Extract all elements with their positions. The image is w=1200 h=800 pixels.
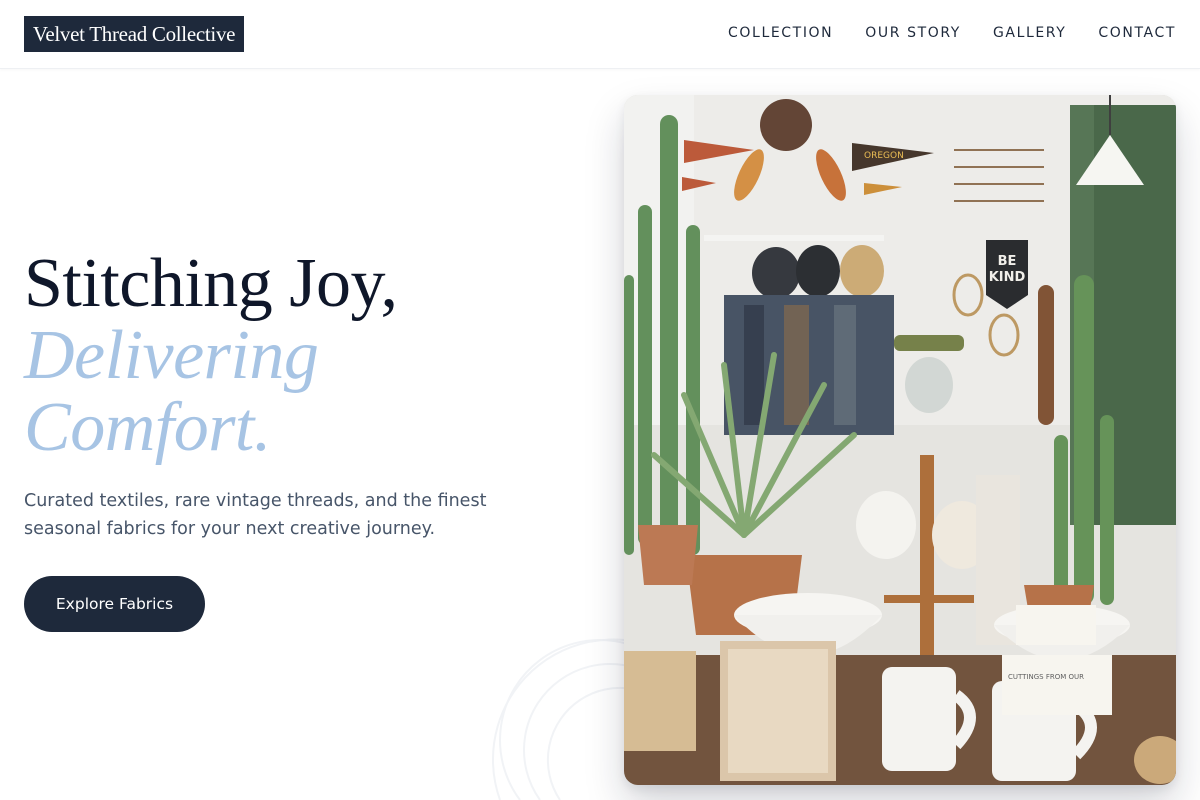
nav-link-collection[interactable]: COLLECTION (728, 25, 833, 41)
nav-link-contact[interactable]: CONTACT (1098, 25, 1176, 41)
hero-subtitle: Curated textiles, rare vintage threads, … (24, 491, 487, 539)
hero-title-accent-line2: Comfort. (24, 389, 271, 466)
main-nav: COLLECTION OUR STORY GALLERY CONTACT (728, 0, 1176, 66)
logo[interactable]: Velvet Thread Collective (24, 16, 244, 52)
hero-image: OREGON BE KIND CUTTINGS FROM OUR (624, 95, 1176, 785)
explore-fabrics-button[interactable]: Explore Fabrics (24, 576, 205, 632)
nav-link-gallery[interactable]: GALLERY (993, 25, 1066, 41)
nav-link-our-story[interactable]: OUR STORY (865, 25, 961, 41)
hero-title: Stitching Joy, Delivering Comfort. (24, 248, 584, 464)
site-header: Velvet Thread Collective COLLECTION OUR … (0, 0, 1200, 69)
hero-title-line1: Stitching Joy, (24, 245, 398, 322)
hero-title-accent-line1: Delivering (24, 317, 319, 394)
shop-interior-photo: OREGON BE KIND CUTTINGS FROM OUR (624, 95, 1176, 785)
